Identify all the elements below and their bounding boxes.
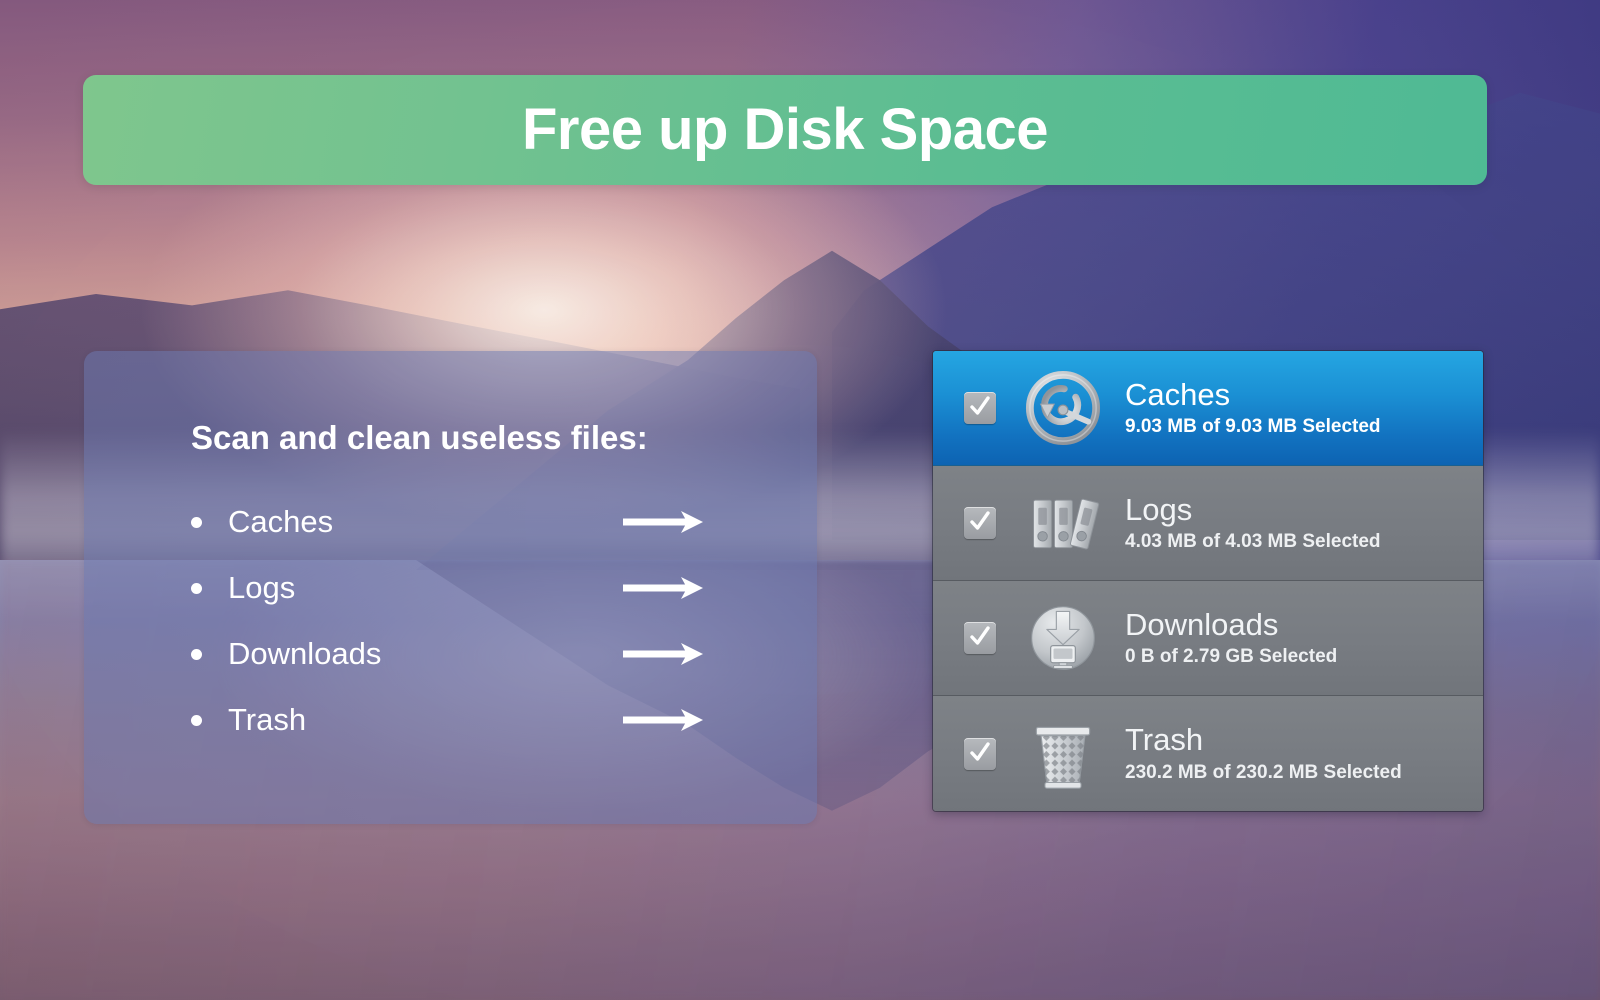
row-detail: 4.03 MB of 4.03 MB Selected bbox=[1125, 531, 1381, 553]
downloads-icon bbox=[1023, 598, 1103, 678]
checkbox-downloads[interactable] bbox=[964, 622, 996, 654]
check-icon bbox=[970, 396, 990, 415]
list-item-label: Downloads bbox=[228, 636, 382, 671]
row-title: Caches bbox=[1125, 376, 1231, 412]
arrow-right-icon bbox=[621, 641, 705, 667]
table-row[interactable]: Caches 9.03 MB of 9.03 MB Selected bbox=[933, 351, 1483, 466]
cleanup-category-list[interactable]: Caches 9.03 MB of 9.03 MB Selected Logs … bbox=[933, 351, 1483, 811]
row-detail: 0 B of 2.79 GB Selected bbox=[1125, 646, 1338, 668]
row-text-block: Downloads 0 B of 2.79 GB Selected bbox=[1125, 606, 1338, 669]
check-icon bbox=[970, 741, 990, 761]
feature-bullet-list: Caches Logs Downloads Trash bbox=[191, 489, 751, 753]
checkbox-caches[interactable] bbox=[964, 392, 996, 424]
list-item: Downloads bbox=[191, 621, 751, 687]
list-item-label: Logs bbox=[228, 570, 296, 605]
check-icon bbox=[970, 626, 990, 645]
table-row[interactable]: Trash 230.2 MB of 230.2 MB Selected bbox=[933, 696, 1483, 811]
check-icon bbox=[970, 511, 990, 530]
checkbox-logs[interactable] bbox=[964, 507, 996, 539]
list-item: Logs bbox=[191, 555, 751, 621]
arrow-right-icon bbox=[621, 707, 705, 733]
list-item-label: Caches bbox=[228, 504, 334, 539]
trash-can-icon bbox=[1023, 714, 1103, 794]
arrow-right-icon bbox=[621, 509, 705, 535]
row-text-block: Caches 9.03 MB of 9.03 MB Selected bbox=[1125, 376, 1381, 439]
row-title: Downloads bbox=[1125, 606, 1279, 642]
bullet-dot-icon bbox=[191, 714, 202, 726]
row-text-block: Trash 230.2 MB of 230.2 MB Selected bbox=[1125, 722, 1402, 784]
row-title: Logs bbox=[1125, 491, 1193, 527]
log-binders-icon bbox=[1023, 483, 1103, 563]
bullet-dot-icon bbox=[191, 582, 202, 594]
row-title: Trash bbox=[1125, 722, 1204, 758]
cache-gauge-icon bbox=[1023, 368, 1103, 448]
list-item: Trash bbox=[191, 687, 751, 753]
table-row[interactable]: Downloads 0 B of 2.79 GB Selected bbox=[933, 581, 1483, 696]
screen: Free up Disk Space Scan and clean useles… bbox=[0, 0, 1600, 1000]
row-detail: 9.03 MB of 9.03 MB Selected bbox=[1125, 416, 1381, 438]
bullet-dot-icon bbox=[191, 516, 202, 528]
header-banner: Free up Disk Space bbox=[83, 75, 1487, 185]
bullet-dot-icon bbox=[191, 648, 202, 660]
info-panel-heading: Scan and clean useless files: bbox=[191, 419, 648, 456]
row-text-block: Logs 4.03 MB of 4.03 MB Selected bbox=[1125, 491, 1381, 554]
arrow-right-icon bbox=[621, 575, 705, 601]
checkbox-trash[interactable] bbox=[964, 737, 996, 770]
table-row[interactable]: Logs 4.03 MB of 4.03 MB Selected bbox=[933, 466, 1483, 581]
list-item: Caches bbox=[191, 489, 751, 555]
info-panel: Scan and clean useless files: Caches Log… bbox=[84, 351, 817, 824]
row-detail: 230.2 MB of 230.2 MB Selected bbox=[1125, 761, 1402, 783]
list-item-label: Trash bbox=[228, 702, 307, 737]
page-title: Free up Disk Space bbox=[521, 97, 1049, 162]
